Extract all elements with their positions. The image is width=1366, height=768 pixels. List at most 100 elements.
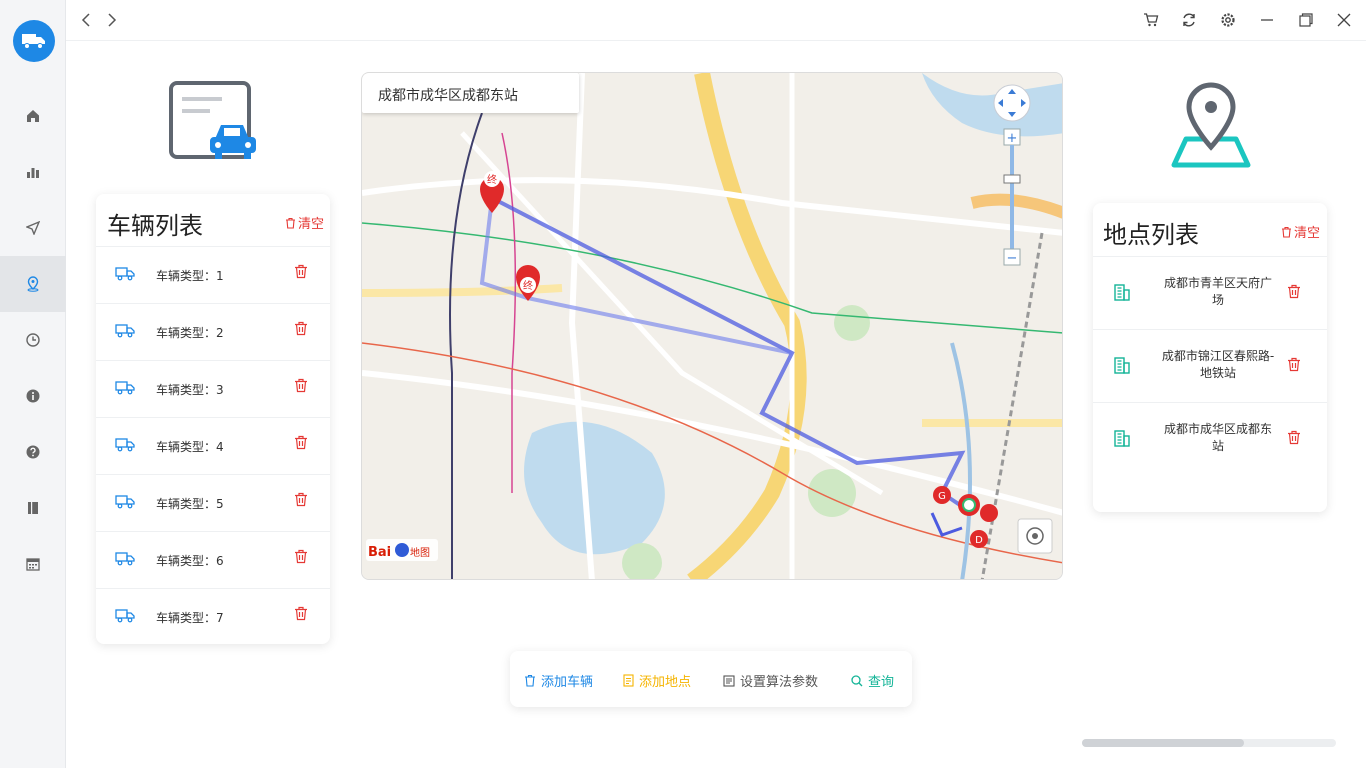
vehicle-list-item[interactable]: 车辆类型：1 bbox=[96, 246, 330, 303]
delete-icon[interactable] bbox=[294, 435, 308, 454]
delete-icon[interactable] bbox=[294, 321, 308, 340]
svg-text:终: 终 bbox=[523, 279, 533, 292]
svg-text:G: G bbox=[938, 491, 946, 502]
search-icon bbox=[851, 674, 863, 686]
trash-icon bbox=[1282, 226, 1291, 238]
vehicle-type-label: 车辆类型：5 bbox=[156, 497, 224, 511]
nav-calendar[interactable] bbox=[0, 536, 66, 592]
location-name: 成都市锦江区春熙路- 地铁站 bbox=[1153, 348, 1283, 382]
location-list-card: 地点列表 清空 成都市青羊区天府广场成都市锦江区春熙路- 地铁站 成都市成华区成都东… bbox=[1093, 203, 1327, 512]
location-name-line1: 成都市成华区成都东 bbox=[1163, 422, 1272, 436]
vehicle-list-card: 车辆列表 清空 车辆类型：1 车辆类型：2 车辆类型：3 车辆类型：4 车辆类型：5 车辆… bbox=[96, 194, 330, 644]
help-icon bbox=[26, 445, 40, 459]
truck-icon bbox=[115, 379, 135, 399]
add-location-button[interactable]: 添加地点 bbox=[623, 671, 691, 690]
truck-icon bbox=[115, 322, 135, 342]
maximize-icon[interactable] bbox=[1296, 10, 1316, 30]
vehicle-type-label: 车辆类型：3 bbox=[156, 383, 224, 397]
truck-icon bbox=[115, 493, 135, 513]
delete-icon[interactable] bbox=[1287, 430, 1301, 449]
location-name-line1: 成都市锦江区春熙路- bbox=[1161, 349, 1275, 363]
location-name-line2: 地铁站 bbox=[1199, 366, 1236, 380]
vehicle-list-item[interactable]: 车辆类型：3 bbox=[96, 360, 330, 417]
horizontal-scrollbar-thumb[interactable] bbox=[1082, 739, 1244, 747]
svg-text:终: 终 bbox=[487, 173, 497, 186]
query-label: 查询 bbox=[868, 675, 895, 690]
nav-chart[interactable] bbox=[0, 144, 66, 200]
horizontal-scrollbar[interactable] bbox=[1082, 739, 1336, 747]
delete-icon[interactable] bbox=[294, 264, 308, 283]
truck-icon bbox=[115, 436, 135, 456]
delete-icon[interactable] bbox=[294, 378, 308, 397]
settings-gear-icon[interactable] bbox=[1218, 10, 1238, 30]
trash-icon bbox=[525, 674, 535, 687]
nav-location[interactable] bbox=[0, 256, 66, 312]
back-icon[interactable] bbox=[76, 10, 96, 30]
map-pan-control[interactable] bbox=[993, 84, 1031, 122]
forward-icon[interactable] bbox=[102, 10, 122, 30]
nav-help[interactable] bbox=[0, 424, 66, 480]
location-list-item[interactable]: 成都市成华区成都东站 bbox=[1093, 402, 1327, 475]
svg-text:地图: 地图 bbox=[410, 546, 430, 559]
query-button[interactable]: 查询 bbox=[851, 671, 894, 690]
location-list-item[interactable]: 成都市青羊区天府广场 bbox=[1093, 256, 1327, 329]
map-search-text: 成都市成华区成都东站 bbox=[378, 88, 518, 104]
vehicle-list-item[interactable]: 车辆类型：2 bbox=[96, 303, 330, 360]
map-canvas[interactable]: 终 终 G D + − Bai 地图 bbox=[362, 73, 1063, 580]
map-search-box[interactable]: 成都市成华区成都东站 bbox=[362, 73, 579, 113]
close-icon[interactable] bbox=[1334, 10, 1354, 30]
vehicle-clear-button[interactable]: 清空 bbox=[285, 213, 324, 232]
vehicle-list-item[interactable]: 车辆类型：7 bbox=[96, 588, 330, 645]
truck-icon bbox=[115, 265, 135, 285]
home-icon bbox=[27, 110, 39, 122]
add-vehicle-button[interactable]: 添加车辆 bbox=[524, 671, 593, 690]
nav-home[interactable] bbox=[0, 88, 66, 144]
delete-icon[interactable] bbox=[294, 549, 308, 568]
delete-icon[interactable] bbox=[294, 606, 308, 625]
baidu-map-logo: Bai 地图 bbox=[366, 539, 438, 561]
route-map[interactable]: 终 终 G D + − Bai 地图 成都市成华区成都东站 bbox=[361, 72, 1063, 580]
location-name-line2: 站 bbox=[1211, 439, 1224, 453]
delete-icon[interactable] bbox=[1287, 357, 1301, 376]
settings-form-icon bbox=[723, 674, 735, 687]
truck-icon bbox=[115, 607, 135, 627]
nav-send[interactable] bbox=[0, 200, 66, 256]
location-name: 成都市成华区成都东站 bbox=[1153, 421, 1283, 455]
truck-icon bbox=[115, 550, 135, 570]
add-location-label: 添加地点 bbox=[639, 675, 692, 690]
info-icon bbox=[26, 389, 40, 403]
refresh-icon[interactable] bbox=[1179, 10, 1199, 30]
bar-chart-icon bbox=[27, 168, 39, 178]
location-list-item[interactable]: 成都市锦江区春熙路- 地铁站 bbox=[1093, 329, 1327, 402]
truck-logo-icon bbox=[13, 20, 55, 62]
set-params-button[interactable]: 设置算法参数 bbox=[723, 671, 818, 690]
vehicle-list-title: 车辆列表 bbox=[107, 212, 203, 240]
location-map-illustration-icon bbox=[1166, 79, 1256, 175]
svg-text:+: + bbox=[1007, 131, 1018, 146]
vehicle-type-label: 车辆类型：7 bbox=[156, 611, 224, 625]
location-clear-button[interactable]: 清空 bbox=[1281, 222, 1320, 241]
nav-book[interactable] bbox=[0, 480, 66, 536]
vehicle-type-label: 车辆类型：6 bbox=[156, 554, 224, 568]
minimize-icon[interactable] bbox=[1257, 10, 1277, 30]
title-bar bbox=[66, 0, 1366, 41]
location-clear-label: 清空 bbox=[1294, 226, 1321, 241]
document-icon bbox=[623, 674, 634, 687]
location-name-line2: 场 bbox=[1211, 293, 1224, 307]
vehicle-clear-label: 清空 bbox=[298, 217, 325, 232]
vehicle-type-label: 车辆类型：4 bbox=[156, 440, 224, 454]
location-name-line1: 成都市青羊区天府广 bbox=[1163, 276, 1272, 290]
cart-icon[interactable] bbox=[1141, 10, 1161, 30]
nav-info[interactable] bbox=[0, 368, 66, 424]
vehicle-list-item[interactable]: 车辆类型：4 bbox=[96, 417, 330, 474]
vehicle-list-item[interactable]: 车辆类型：5 bbox=[96, 474, 330, 531]
locate-me-icon[interactable] bbox=[1017, 518, 1053, 554]
action-toolbar: 添加车辆 添加地点 设置算法参数 查询 bbox=[510, 651, 912, 707]
navigation-arrow-icon bbox=[26, 221, 40, 235]
clock-icon bbox=[26, 333, 40, 347]
delete-icon[interactable] bbox=[1287, 284, 1301, 303]
nav-history[interactable] bbox=[0, 312, 66, 368]
vehicle-list-item[interactable]: 车辆类型：6 bbox=[96, 531, 330, 588]
trash-icon bbox=[286, 217, 295, 229]
delete-icon[interactable] bbox=[294, 492, 308, 511]
